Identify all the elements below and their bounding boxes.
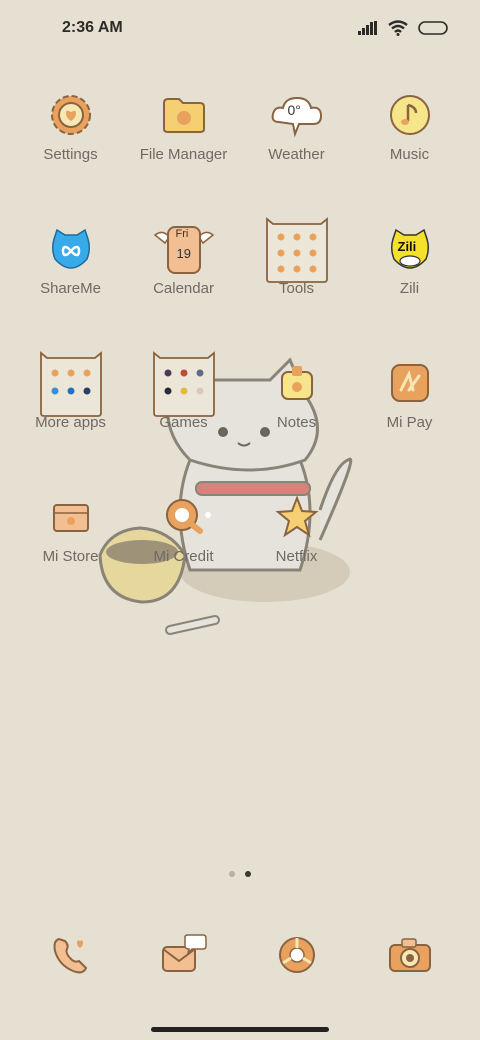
browser-icon bbox=[278, 937, 315, 973]
app-label: Mi Store bbox=[42, 548, 99, 565]
wifi-icon bbox=[388, 20, 408, 36]
dock-messages[interactable] bbox=[127, 920, 240, 990]
notes-icon bbox=[262, 348, 332, 418]
more-apps-folder-icon bbox=[36, 348, 106, 418]
calendar-icon: Fri 19 bbox=[149, 214, 219, 284]
app-mi-store[interactable]: Mi Store bbox=[14, 472, 127, 606]
app-file-manager[interactable]: File Manager bbox=[127, 70, 240, 204]
app-label: Games bbox=[159, 414, 208, 431]
page-dot-current[interactable] bbox=[245, 871, 251, 877]
app-netflix[interactable]: Netflix bbox=[240, 472, 353, 606]
app-music[interactable]: Music bbox=[353, 70, 466, 204]
status-bar: 2:36 AM bbox=[0, 0, 480, 56]
app-label: Mi Pay bbox=[386, 414, 433, 431]
status-icons bbox=[358, 18, 450, 38]
app-mi-credit[interactable]: Mi Credit bbox=[127, 472, 240, 606]
app-shareme[interactable]: ShareMe bbox=[14, 204, 127, 338]
dock-browser[interactable] bbox=[240, 920, 353, 990]
shareme-icon bbox=[36, 214, 106, 284]
mi-pay-icon bbox=[375, 348, 445, 418]
home-indicator-bar[interactable] bbox=[151, 1027, 329, 1032]
signal-icon bbox=[358, 21, 377, 35]
app-label: More apps bbox=[35, 414, 106, 431]
dock bbox=[14, 920, 466, 990]
page-dot[interactable] bbox=[229, 871, 235, 877]
app-calendar[interactable]: Fri 19 Calendar bbox=[127, 204, 240, 338]
settings-icon bbox=[36, 80, 106, 150]
tools-folder-icon bbox=[262, 214, 332, 284]
app-label: Weather bbox=[268, 146, 325, 163]
mi-store-icon bbox=[36, 482, 106, 552]
app-zili[interactable]: Zili Zili bbox=[353, 204, 466, 338]
folder-more-apps[interactable]: More apps bbox=[14, 338, 127, 472]
app-label: Netflix bbox=[275, 548, 318, 565]
calendar-day: Fri bbox=[175, 228, 189, 240]
app-label: Settings bbox=[43, 146, 98, 163]
mi-credit-icon bbox=[149, 482, 219, 552]
app-settings[interactable]: Settings bbox=[14, 70, 127, 204]
dock-camera[interactable] bbox=[353, 920, 466, 990]
dock-phone[interactable] bbox=[14, 920, 127, 990]
app-label: Tools bbox=[278, 280, 315, 297]
app-label: Zili bbox=[399, 280, 420, 297]
app-row: ShareMe Fri 19 Calendar Tools Zili Zili bbox=[14, 204, 466, 338]
app-label: ShareMe bbox=[40, 280, 101, 297]
app-label: Mi Credit bbox=[153, 548, 214, 565]
app-grid: Settings File Manager 0° Weather Music S… bbox=[14, 70, 466, 606]
app-notes[interactable]: Notes bbox=[240, 338, 353, 472]
calendar-date: 19 bbox=[176, 246, 191, 261]
app-weather[interactable]: 0° Weather bbox=[240, 70, 353, 204]
zili-icon: Zili bbox=[375, 214, 445, 284]
weather-temp: 0° bbox=[287, 102, 301, 118]
battery-icon bbox=[418, 21, 448, 35]
messages-icon bbox=[161, 934, 207, 972]
status-time: 2:36 AM bbox=[62, 19, 123, 36]
app-row: More apps Games Notes Mi Pay bbox=[14, 338, 466, 472]
weather-cloud-icon: 0° bbox=[262, 80, 332, 150]
app-row: Settings File Manager 0° Weather Music bbox=[14, 70, 466, 204]
app-label: File Manager bbox=[139, 146, 228, 163]
folder-games[interactable]: Games bbox=[127, 338, 240, 472]
camera-icon bbox=[388, 938, 431, 972]
zili-badge: Zili bbox=[397, 239, 417, 254]
page-indicator bbox=[0, 871, 480, 877]
app-row: Mi Store Mi Credit Netflix bbox=[14, 472, 466, 606]
folder-icon bbox=[149, 80, 219, 150]
music-icon bbox=[375, 80, 445, 150]
app-label: Calendar bbox=[153, 280, 214, 297]
folder-tools[interactable]: Tools bbox=[240, 204, 353, 338]
phone-icon bbox=[53, 937, 87, 974]
app-mi-pay[interactable]: Mi Pay bbox=[353, 338, 466, 472]
app-label: Music bbox=[389, 146, 430, 163]
netflix-star-icon bbox=[262, 482, 332, 552]
games-folder-icon bbox=[149, 348, 219, 418]
app-label: Notes bbox=[276, 414, 317, 431]
